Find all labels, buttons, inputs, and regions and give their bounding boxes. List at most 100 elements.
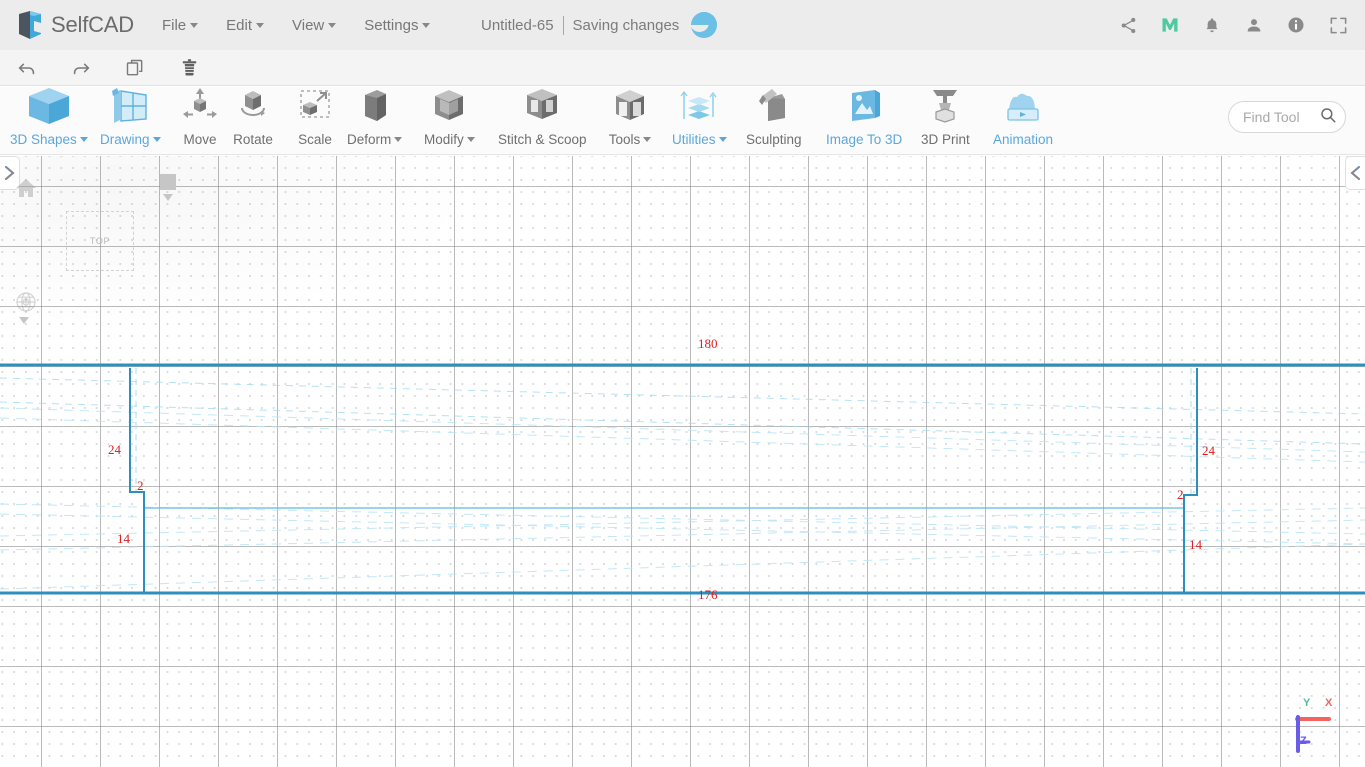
chevron-left-icon	[1350, 166, 1360, 180]
tool-move-label: Move	[183, 132, 217, 147]
tools-icon	[608, 90, 652, 127]
tool-animation-label: Animation	[993, 132, 1054, 147]
tool-utilities-label: Utilities	[672, 132, 727, 147]
tool-move[interactable]: Move	[178, 87, 222, 147]
stitch-scoop-icon	[520, 89, 564, 127]
menu-items: File Edit View Settings	[161, 16, 431, 34]
axis-x-label: X	[1325, 697, 1333, 709]
top-menu-bar: SelfCAD File Edit View Settings Untitled…	[0, 0, 1365, 50]
home-view-button[interactable]	[14, 176, 38, 200]
menu-item-file-label: File	[161, 16, 187, 34]
tool-modify-label: Modify	[424, 132, 475, 147]
menu-item-view[interactable]: View	[292, 16, 337, 34]
dimension-label-left-2: 2	[137, 478, 144, 493]
orbit-navigation-button[interactable]	[14, 290, 38, 314]
menu-item-edit[interactable]: Edit	[226, 17, 264, 34]
view-cube-handle[interactable]	[160, 174, 176, 190]
tool-sculpting-label: Sculpting	[746, 132, 802, 147]
tool-modify[interactable]: Modify	[424, 87, 475, 147]
tool-tools-label: Tools	[609, 132, 652, 147]
selfcad-logo-icon	[16, 10, 44, 40]
chevron-down-icon	[328, 22, 337, 28]
chevron-down-icon	[466, 137, 475, 142]
delete-button[interactable]	[162, 50, 216, 86]
redo-button[interactable]	[54, 50, 108, 86]
search-icon[interactable]	[1319, 106, 1337, 129]
tool-rotate[interactable]: Rotate	[231, 87, 275, 147]
view-cube-top[interactable]: TOP	[66, 211, 134, 271]
viewport-3d[interactable]: 180 24 2 14 24 2 14 176 TOP Y X Z	[0, 156, 1365, 767]
info-icon[interactable]	[1285, 14, 1307, 36]
orbit-dropdown-caret-icon[interactable]	[19, 317, 29, 324]
undo-button[interactable]	[0, 50, 54, 86]
chevron-down-icon	[79, 137, 88, 142]
tool-rotate-label: Rotate	[233, 132, 273, 147]
document-title[interactable]: Untitled-65	[481, 17, 554, 34]
chevron-down-icon	[190, 22, 199, 28]
dimension-label-176: 176	[698, 587, 718, 602]
tool-3d-shapes-label: 3D Shapes	[10, 132, 88, 147]
brand-m-icon[interactable]	[1159, 14, 1181, 36]
document-title-area: Untitled-65 Saving changes	[481, 0, 718, 50]
save-status-text: Saving changes	[572, 16, 680, 34]
chevron-down-icon	[643, 137, 652, 142]
axis-z-label: Z	[1300, 735, 1307, 747]
collapse-right-panel-button[interactable]	[1345, 156, 1365, 190]
tool-deform[interactable]: Deform	[347, 87, 403, 147]
move-icon	[178, 88, 222, 127]
fullscreen-icon[interactable]	[1327, 14, 1349, 36]
scale-icon	[293, 90, 337, 127]
tool-3d-shapes[interactable]: 3D Shapes	[10, 87, 88, 147]
title-separator	[562, 15, 564, 35]
dimension-label-right-14: 14	[1189, 537, 1202, 552]
deform-icon	[353, 90, 397, 127]
3d-print-icon	[923, 90, 967, 127]
tool-3d-print-label: 3D Print	[921, 132, 970, 147]
menu-item-settings[interactable]: Settings	[364, 16, 431, 34]
share-icon[interactable]	[1117, 14, 1139, 36]
menu-item-edit-label: Edit	[226, 16, 252, 34]
chevron-down-icon	[718, 137, 727, 142]
menu-item-file[interactable]: File	[161, 16, 199, 34]
animation-icon	[1001, 91, 1045, 127]
drawing-icon	[108, 88, 152, 127]
dimension-label-right-2: 2	[1177, 487, 1184, 502]
tool-utilities[interactable]: Utilities	[672, 87, 727, 147]
tool-sculpting[interactable]: Sculpting	[746, 87, 802, 147]
tool-3d-print[interactable]: 3D Print	[921, 87, 970, 147]
cad-sketch	[0, 363, 1365, 595]
copy-button[interactable]	[108, 50, 162, 86]
tool-drawing-label: Drawing	[100, 132, 161, 147]
globe-orbit-icon	[16, 292, 36, 312]
dimension-label-left-14: 14	[117, 531, 130, 546]
modify-icon	[427, 90, 471, 127]
menu-item-settings-label: Settings	[364, 16, 419, 34]
cube-icon	[25, 88, 73, 127]
chevron-down-icon	[394, 137, 403, 142]
tool-deform-label: Deform	[347, 132, 403, 147]
image-to-3d-icon	[842, 90, 886, 127]
tool-stitch-and-scoop[interactable]: Stitch & Scoop	[498, 87, 587, 147]
sculpting-icon	[752, 89, 796, 127]
axis-gizmo: Y X Z	[1289, 697, 1337, 757]
dimension-label-right-24: 24	[1202, 443, 1215, 458]
home-icon	[16, 179, 36, 197]
menu-item-view-label: View	[292, 16, 325, 34]
search-input[interactable]: Find Tool	[1228, 101, 1346, 133]
tool-tools[interactable]: Tools	[608, 87, 652, 147]
tool-animation[interactable]: Animation	[993, 87, 1053, 147]
dimension-label-180: 180	[698, 336, 718, 351]
chevron-down-icon	[256, 22, 264, 28]
bell-icon[interactable]	[1201, 14, 1223, 36]
tool-image-to-3d[interactable]: Image To 3D	[826, 87, 902, 147]
edit-toolbar	[0, 50, 1365, 86]
loading-spinner-icon	[690, 12, 718, 38]
view-cube-dropdown-caret-icon[interactable]	[163, 194, 173, 201]
chevron-down-icon	[422, 22, 431, 28]
tool-scale[interactable]: Scale	[293, 87, 337, 147]
tool-drawing[interactable]: Drawing	[100, 87, 161, 147]
user-icon[interactable]	[1243, 14, 1265, 36]
search-placeholder: Find Tool	[1243, 109, 1300, 125]
dimension-label-left-24: 24	[108, 442, 121, 457]
brand[interactable]: SelfCAD	[16, 10, 134, 40]
